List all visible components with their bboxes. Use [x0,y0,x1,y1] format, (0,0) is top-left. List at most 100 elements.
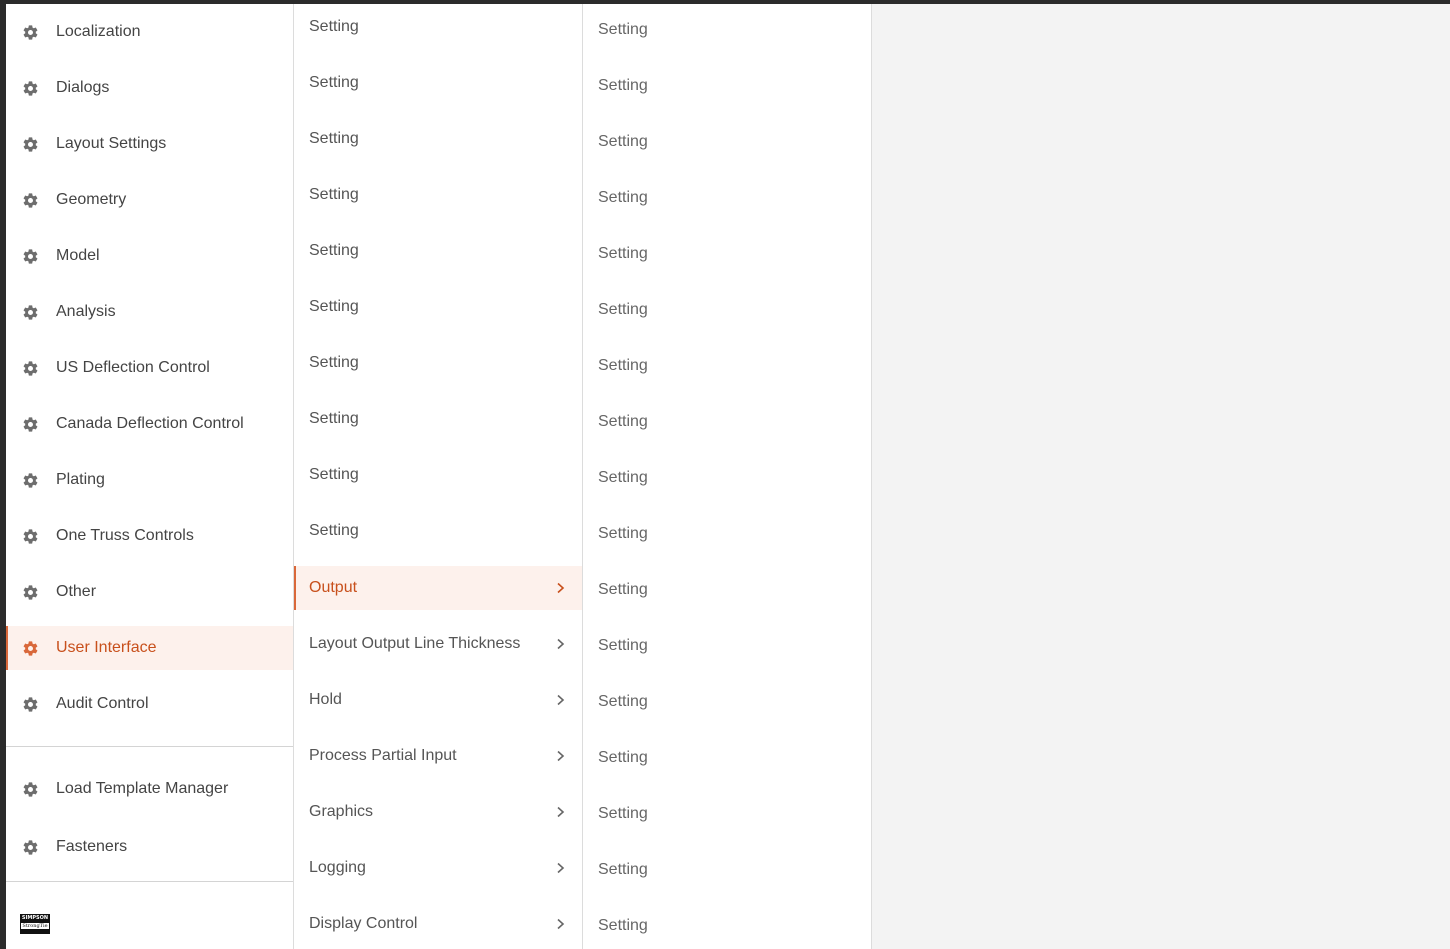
subcategory-item-output[interactable]: Output [294,566,582,610]
sidebar-item-layout-settings[interactable]: Layout Settings [6,122,293,166]
chevron-right-icon [554,806,566,818]
sidebar-item-load-template-manager[interactable]: Load Template Manager [6,767,293,811]
gear-icon [21,838,39,856]
setting-item[interactable]: Setting [598,77,648,97]
subcategory-item-logging[interactable]: Logging [294,846,582,890]
setting-item[interactable]: Setting [598,637,648,657]
subcategory-item-setting[interactable]: Setting [294,172,582,216]
sidebar-item-user-interface[interactable]: User Interface [6,626,293,670]
subcategory-item-label: Output [309,579,358,596]
sidebar-item-label: Layout Settings [56,135,167,152]
sidebar-item-plating[interactable]: Plating [6,458,293,502]
setting-item[interactable]: Setting [598,917,648,937]
subcategory-item-layout-output-line-thickness[interactable]: Layout Output Line Thickness [294,622,582,666]
gear-icon [21,135,39,153]
subcategory-item-label: Setting [309,130,359,147]
setting-item[interactable]: Setting [598,21,648,41]
gear-icon [21,191,39,209]
subcategory-item-label: Setting [309,522,359,539]
chevron-right-icon [554,582,566,594]
sidebar-divider-bottom [6,881,293,882]
setting-item[interactable]: Setting [598,805,648,825]
subcategory-item-label: Setting [309,410,359,427]
preferences-window: Localization Dialogs Layout Settings Geomet… [6,4,1450,949]
gear-icon [21,23,39,41]
sidebar-item-fasteners[interactable]: Fasteners [6,825,293,869]
sidebar-divider [6,746,293,747]
sidebar-item-label: One Truss Controls [56,527,194,544]
subcategory-list: Setting Setting Setting Setting Setting Setti… [294,4,583,949]
setting-item[interactable]: Setting [598,861,648,881]
simpson-strongtie-logo: SIMPSON StrongTie [20,914,50,934]
gear-icon [21,303,39,321]
subcategory-item-label: Setting [309,74,359,91]
setting-item[interactable]: Setting [598,749,648,769]
subcategory-item-setting[interactable]: Setting [294,284,582,328]
gear-icon [21,471,39,489]
subcategory-item-hold[interactable]: Hold [294,678,582,722]
sidebar-item-label: User Interface [56,639,157,656]
sidebar-item-label: US Deflection Control [56,359,210,376]
sidebar-item-localization[interactable]: Localization [6,10,293,54]
sidebar-item-dialogs[interactable]: Dialogs [6,66,293,110]
subcategory-item-label: Setting [309,242,359,259]
subcategory-item-setting[interactable]: Setting [294,60,582,104]
sidebar-item-analysis[interactable]: Analysis [6,290,293,334]
subcategory-item-label: Logging [309,859,366,876]
subcategory-item-display-control[interactable]: Display Control [294,902,582,946]
subcategory-item-label: Layout Output Line Thickness [309,635,521,652]
chevron-right-icon [554,918,566,930]
chevron-right-icon [554,638,566,650]
gear-icon [21,583,39,601]
setting-item[interactable]: Setting [598,189,648,209]
subcategory-item-process-partial-input[interactable]: Process Partial Input [294,734,582,778]
subcategory-item-label: Display Control [309,915,418,932]
setting-item[interactable]: Setting [598,469,648,489]
sidebar-item-one-truss-controls[interactable]: One Truss Controls [6,514,293,558]
subcategory-item-setting[interactable]: Setting [294,340,582,384]
category-sidebar: Localization Dialogs Layout Settings Geomet… [6,4,294,949]
sidebar-item-model[interactable]: Model [6,234,293,278]
subcategory-item-setting[interactable]: Setting [294,452,582,496]
gear-icon [21,247,39,265]
setting-item[interactable]: Setting [598,413,648,433]
settings-list: Setting Setting Setting Setting Setting Setti… [583,4,872,949]
gear-icon [21,79,39,97]
sidebar-item-geometry[interactable]: Geometry [6,178,293,222]
chevron-right-icon [554,862,566,874]
gear-icon [21,780,39,798]
subcategory-item-setting[interactable]: Setting [294,396,582,440]
subcategory-item-setting[interactable]: Setting [294,4,582,48]
sidebar-item-canada-deflection-control[interactable]: Canada Deflection Control [6,402,293,446]
setting-item[interactable]: Setting [598,357,648,377]
subcategory-item-graphics[interactable]: Graphics [294,790,582,834]
sidebar-item-label: Audit Control [56,695,149,712]
subcategory-item-setting[interactable]: Setting [294,116,582,160]
setting-item[interactable]: Setting [598,301,648,321]
sidebar-item-label: Geometry [56,191,127,208]
setting-item[interactable]: Setting [598,133,648,153]
sidebar-item-label: Other [56,583,97,600]
logo-line2: StrongTie [21,923,49,929]
gear-icon [21,527,39,545]
sidebar-item-other[interactable]: Other [6,570,293,614]
chevron-right-icon [554,694,566,706]
setting-item[interactable]: Setting [598,245,648,265]
gear-icon [21,695,39,713]
logo-line1: SIMPSON [21,915,49,921]
setting-item[interactable]: Setting [598,525,648,545]
subcategory-item-label: Setting [309,298,359,315]
subcategory-item-label: Setting [309,186,359,203]
sidebar-item-label: Plating [56,471,105,488]
subcategory-item-setting[interactable]: Setting [294,228,582,272]
gear-icon [21,415,39,433]
setting-item[interactable]: Setting [598,693,648,713]
sidebar-item-audit-control[interactable]: Audit Control [6,682,293,726]
gear-icon [21,359,39,377]
subcategory-item-label: Setting [309,18,359,35]
sidebar-item-label: Fasteners [56,838,128,855]
sidebar-item-us-deflection-control[interactable]: US Deflection Control [6,346,293,390]
sidebar-item-label: Load Template Manager [56,780,229,797]
setting-item[interactable]: Setting [598,581,648,601]
subcategory-item-setting[interactable]: Setting [294,508,582,552]
